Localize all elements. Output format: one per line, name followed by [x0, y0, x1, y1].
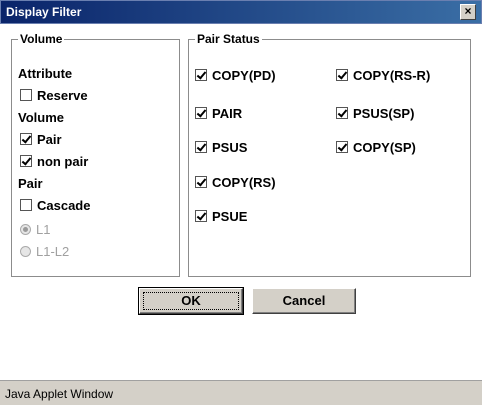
- copy-sp-checkbox[interactable]: COPY(SP): [336, 140, 416, 155]
- copy-pd-checkbox-box[interactable]: [195, 69, 207, 81]
- psue-checkbox-box[interactable]: [195, 210, 207, 222]
- copy-rs-checkbox-box[interactable]: [195, 176, 207, 188]
- copy-rs-label: COPY(RS): [212, 175, 276, 190]
- close-button[interactable]: ×: [460, 4, 476, 20]
- cascade-checkbox-box[interactable]: [20, 199, 32, 211]
- psus-label: PSUS: [212, 140, 248, 155]
- copy-sp-label: COPY(SP): [353, 140, 416, 155]
- title-bar[interactable]: Display Filter ×: [0, 0, 482, 24]
- copy-rs-checkbox[interactable]: COPY(RS): [195, 175, 276, 190]
- ok-button[interactable]: OK: [138, 287, 244, 315]
- cancel-button[interactable]: Cancel: [252, 288, 356, 314]
- pair-checkbox-box[interactable]: [20, 133, 32, 145]
- attribute-header: Attribute: [18, 66, 73, 81]
- l1-l2-label: L1-L2: [36, 244, 70, 259]
- psus-sp-label: PSUS(SP): [353, 106, 415, 121]
- pair-label: Pair: [37, 132, 62, 147]
- psus-sp-checkbox-box[interactable]: [336, 107, 348, 119]
- status-bar: Java Applet Window: [0, 380, 482, 405]
- non-pair-checkbox[interactable]: non pair: [20, 154, 88, 169]
- reserve-checkbox[interactable]: Reserve: [20, 88, 88, 103]
- close-icon: ×: [464, 4, 472, 18]
- psus-checkbox[interactable]: PSUS: [195, 140, 247, 155]
- copy-sp-checkbox-box[interactable]: [336, 141, 348, 153]
- l1-radio[interactable]: L1: [20, 222, 50, 237]
- copy-rs-r-label: COPY(RS-R): [353, 68, 431, 83]
- cancel-label: Cancel: [282, 293, 326, 308]
- ok-focus-ring: [143, 292, 239, 310]
- pair-status-pair-checkbox[interactable]: PAIR: [195, 106, 242, 121]
- window-title: Display Filter: [6, 5, 82, 19]
- volume-legend: Volume: [18, 32, 65, 46]
- l1-l2-radio-button[interactable]: [20, 246, 31, 257]
- l1-radio-button[interactable]: [20, 224, 31, 235]
- psus-sp-checkbox[interactable]: PSUS(SP): [336, 106, 414, 121]
- cascade-label: Cascade: [37, 198, 91, 213]
- non-pair-label: non pair: [37, 154, 89, 169]
- reserve-checkbox-box[interactable]: [20, 89, 32, 101]
- copy-rs-r-checkbox[interactable]: COPY(RS-R): [336, 68, 430, 83]
- l1-l2-radio[interactable]: L1-L2: [20, 244, 69, 259]
- volume-header: Volume: [18, 110, 64, 125]
- pair-status-pair-checkbox-box[interactable]: [195, 107, 207, 119]
- dialog-content: Volume Attribute Reserve Volume Pair non…: [0, 24, 482, 380]
- status-text: Java Applet Window: [5, 387, 114, 401]
- pair-checkbox[interactable]: Pair: [20, 132, 62, 147]
- pair-status-pair-label: PAIR: [212, 106, 243, 121]
- copy-pd-label: COPY(PD): [212, 68, 276, 83]
- copy-rs-r-checkbox-box[interactable]: [336, 69, 348, 81]
- copy-pd-checkbox[interactable]: COPY(PD): [195, 68, 276, 83]
- pair-header: Pair: [18, 176, 43, 191]
- psue-label: PSUE: [212, 209, 248, 224]
- psus-checkbox-box[interactable]: [195, 141, 207, 153]
- pair-status-legend: Pair Status: [195, 32, 262, 46]
- cascade-checkbox[interactable]: Cascade: [20, 198, 90, 213]
- reserve-label: Reserve: [37, 88, 88, 103]
- l1-label: L1: [36, 222, 51, 237]
- non-pair-checkbox-box[interactable]: [20, 155, 32, 167]
- psue-checkbox[interactable]: PSUE: [195, 209, 247, 224]
